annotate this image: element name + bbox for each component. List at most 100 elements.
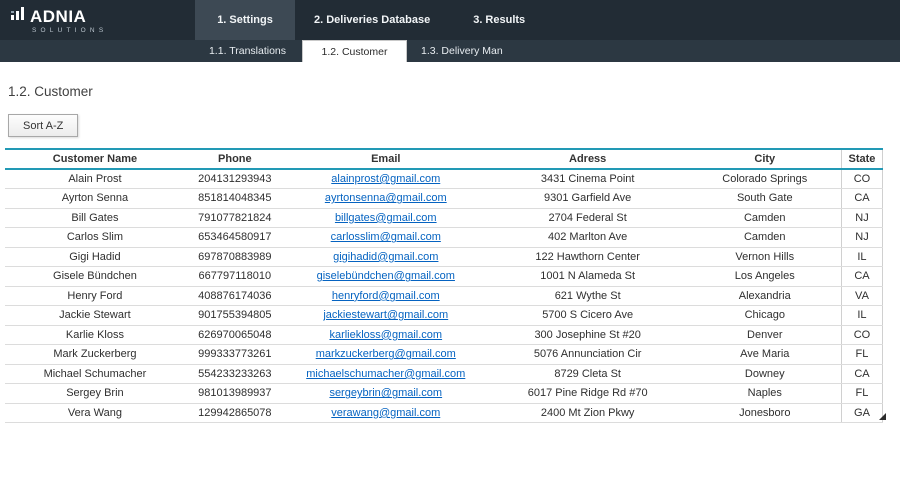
address-cell: 122 Hawthorn Center <box>487 247 689 267</box>
city-cell: Colorado Springs <box>689 169 842 189</box>
email-link[interactable]: michaelschumacher@gmail.com <box>306 368 465 380</box>
state-cell: CA <box>841 364 882 384</box>
column-header: Phone <box>185 149 285 169</box>
customer-name-cell: Henry Ford <box>5 286 185 306</box>
table-row: Sergey Brin981013989937sergeybrin@gmail.… <box>5 384 883 404</box>
subtab-customer[interactable]: 1.2. Customer <box>302 40 407 62</box>
email-cell: alainprost@gmail.com <box>285 169 487 189</box>
customer-name-cell: Mark Zuckerberg <box>5 345 185 365</box>
phone-cell: 626970065048 <box>185 325 285 345</box>
state-cell: CO <box>841 325 882 345</box>
email-link[interactable]: jackiestewart@gmail.com <box>323 309 448 321</box>
table-row: Gisele Bündchen667797118010 giselebündche… <box>5 267 883 287</box>
phone-cell: 999333773261 <box>185 345 285 365</box>
column-header: Adress <box>487 149 689 169</box>
state-cell: FL <box>841 345 882 365</box>
address-cell: 5700 S Cicero Ave <box>487 306 689 326</box>
phone-cell: 408876174036 <box>185 286 285 306</box>
email-link[interactable]: ayrtonsenna@gmail.com <box>325 192 447 204</box>
address-cell: 621 Wythe St <box>487 286 689 306</box>
bar-chart-logo-icon <box>10 5 26 25</box>
table-row: Jackie Stewart901755394805jackiestewart@… <box>5 306 883 326</box>
customer-table-container: Customer NamePhoneEmailAdressCityState A… <box>5 148 883 423</box>
city-cell: Chicago <box>689 306 842 326</box>
city-cell: Alexandria <box>689 286 842 306</box>
city-cell: Los Angeles <box>689 267 842 287</box>
customer-name-cell: Vera Wang <box>5 403 185 423</box>
city-cell: Jonesboro <box>689 403 842 423</box>
top-header-bar: ADNIA SOLUTIONS 1. Settings 2. Deliverie… <box>0 0 900 40</box>
column-header: State <box>841 149 882 169</box>
address-cell: 3431 Cinema Point <box>487 169 689 189</box>
email-link[interactable]: sergeybrin@gmail.com <box>329 387 442 399</box>
table-row: Gigi Hadid697870883989gigihadid@gmail.co… <box>5 247 883 267</box>
email-cell: jackiestewart@gmail.com <box>285 306 487 326</box>
column-header: City <box>689 149 842 169</box>
table-row: Henry Ford408876174036 henryford@gmail.co… <box>5 286 883 306</box>
sub-nav: 1.1. Translations 1.2. Customer 1.3. Del… <box>0 40 900 62</box>
tab-settings[interactable]: 1. Settings <box>195 0 295 40</box>
email-link[interactable]: karliekloss@gmail.com <box>329 329 442 341</box>
state-cell: CA <box>841 267 882 287</box>
customer-name-cell: Gigi Hadid <box>5 247 185 267</box>
tab-results[interactable]: 3. Results <box>449 0 549 40</box>
city-cell: South Gate <box>689 189 842 209</box>
customer-name-cell: Bill Gates <box>5 208 185 228</box>
state-cell: CO <box>841 169 882 189</box>
sort-az-button[interactable]: Sort A-Z <box>8 114 78 137</box>
address-cell: 8729 Cleta St <box>487 364 689 384</box>
table-row: Bill Gates791077821824billgates@gmail.co… <box>5 208 883 228</box>
main-nav: 1. Settings 2. Deliveries Database 3. Re… <box>195 0 554 40</box>
table-header-row: Customer NamePhoneEmailAdressCityState <box>5 149 883 169</box>
email-cell: henryford@gmail.com <box>285 286 487 306</box>
phone-cell: 901755394805 <box>185 306 285 326</box>
city-cell: Vernon Hills <box>689 247 842 267</box>
email-cell: billgates@gmail.com <box>285 208 487 228</box>
email-link[interactable]: alainprost@gmail.com <box>331 173 440 185</box>
address-cell: 5076 Annunciation Cir <box>487 345 689 365</box>
state-cell: NJ <box>841 228 882 248</box>
email-link[interactable]: billgates@gmail.com <box>335 212 437 224</box>
email-link[interactable]: carlosslim@gmail.com <box>331 231 441 243</box>
page-title: 1.2. Customer <box>8 84 900 99</box>
customer-name-cell: Gisele Bündchen <box>5 267 185 287</box>
phone-cell: 851814048345 <box>185 189 285 209</box>
city-cell: Naples <box>689 384 842 404</box>
address-cell: 2704 Federal St <box>487 208 689 228</box>
scroll-arrow-icon[interactable] <box>879 413 886 420</box>
state-cell: IL <box>841 306 882 326</box>
address-cell: 2400 Mt Zion Pkwy <box>487 403 689 423</box>
email-link[interactable]: giselebündchen@gmail.com <box>317 270 455 282</box>
customer-name-cell: Karlie Kloss <box>5 325 185 345</box>
column-header: Customer Name <box>5 149 185 169</box>
state-cell: GA <box>841 403 882 423</box>
phone-cell: 667797118010 <box>185 267 285 287</box>
email-link[interactable]: henryford@gmail.com <box>332 290 440 302</box>
table-row: Mark Zuckerberg999333773261 markzuckerber… <box>5 345 883 365</box>
city-cell: Camden <box>689 208 842 228</box>
table-row: Michael Schumacher554233233263michaelsch… <box>5 364 883 384</box>
state-cell: CA <box>841 189 882 209</box>
table-row: Vera Wang129942865078 verawang@gmail.com 2… <box>5 403 883 423</box>
address-cell: 1001 N Alameda St <box>487 267 689 287</box>
table-row: Alain Prost204131293943alainprost@gmail.… <box>5 169 883 189</box>
phone-cell: 653464580917 <box>185 228 285 248</box>
tab-deliveries-database[interactable]: 2. Deliveries Database <box>300 0 444 40</box>
phone-cell: 129942865078 <box>185 403 285 423</box>
phone-cell: 204131293943 <box>185 169 285 189</box>
email-link[interactable]: verawang@gmail.com <box>331 407 440 419</box>
email-link[interactable]: markzuckerberg@gmail.com <box>316 348 456 360</box>
customer-table: Customer NamePhoneEmailAdressCityState A… <box>5 148 883 423</box>
state-cell: NJ <box>841 208 882 228</box>
email-cell: giselebündchen@gmail.com <box>285 267 487 287</box>
email-cell: ayrtonsenna@gmail.com <box>285 189 487 209</box>
email-link[interactable]: gigihadid@gmail.com <box>333 251 438 263</box>
subtab-delivery-man[interactable]: 1.3. Delivery Man <box>409 40 515 62</box>
column-header: Email <box>285 149 487 169</box>
email-cell: verawang@gmail.com <box>285 403 487 423</box>
phone-cell: 981013989937 <box>185 384 285 404</box>
subtab-translations[interactable]: 1.1. Translations <box>195 40 300 62</box>
email-cell: michaelschumacher@gmail.com <box>285 364 487 384</box>
table-row: Carlos Slim653464580917carlosslim@gmail.… <box>5 228 883 248</box>
customer-table-body: Alain Prost204131293943alainprost@gmail.… <box>5 169 883 423</box>
